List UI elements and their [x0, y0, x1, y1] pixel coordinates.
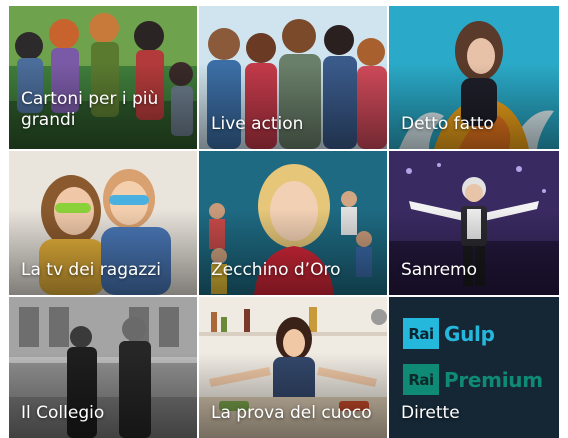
tile-label: La tv dei ragazzi — [21, 260, 161, 280]
rai-gulp-logo-box: Rai — [403, 318, 439, 349]
tile-label: Sanremo — [401, 260, 478, 280]
tile-label: Live action — [211, 114, 304, 134]
tile-label: Dirette — [401, 403, 460, 423]
tile-label: Zecchino d’Oro — [211, 260, 341, 280]
tile-detto-fatto[interactable]: Detto fatto — [389, 6, 559, 149]
tile-label: Cartoni per i più grandi — [21, 89, 159, 130]
rai-premium-logo: Rai Premium — [403, 364, 543, 395]
tile-label: Detto fatto — [401, 114, 494, 134]
tile-dirette[interactable]: Rai Gulp Rai Premium Dirette — [389, 297, 559, 438]
tile-label: La prova del cuoco — [211, 403, 372, 423]
tile-il-collegio[interactable]: Il Collegio — [9, 297, 197, 438]
category-grid: Cartoni per i più grandi Live action Det… — [9, 6, 559, 438]
rai-gulp-logo: Rai Gulp — [403, 318, 495, 349]
tile-label: Il Collegio — [21, 403, 105, 423]
rai-premium-logo-word: Premium — [444, 367, 543, 392]
tile-live-action[interactable]: Live action — [199, 6, 387, 149]
tile-sanremo[interactable]: Sanremo — [389, 151, 559, 295]
rai-gulp-logo-word: Gulp — [444, 321, 495, 346]
tile-cartoni-per-i-piu-grandi[interactable]: Cartoni per i più grandi — [9, 6, 197, 149]
tile-la-prova-del-cuoco[interactable]: La prova del cuoco — [199, 297, 387, 438]
tile-la-tv-dei-ragazzi[interactable]: La tv dei ragazzi — [9, 151, 197, 295]
rai-premium-logo-box: Rai — [403, 364, 439, 395]
tile-zecchino-doro[interactable]: Zecchino d’Oro — [199, 151, 387, 295]
